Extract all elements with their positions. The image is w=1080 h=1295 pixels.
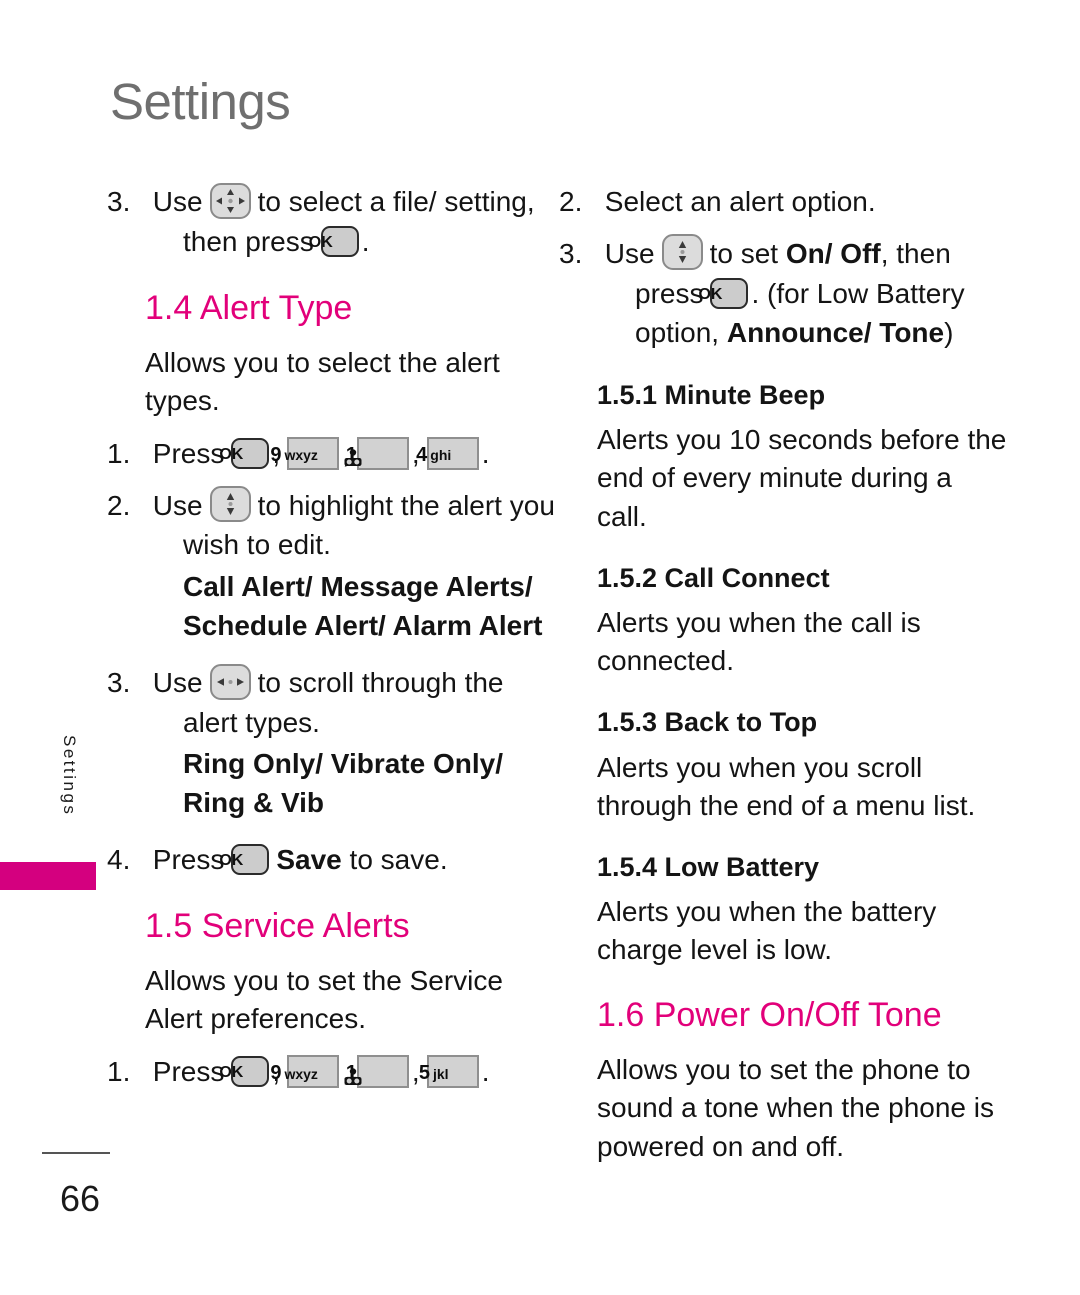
numeric-key-1-icon: 1 bbox=[344, 436, 409, 470]
heading-1-5: 1.5 Service Alerts bbox=[145, 907, 410, 946]
nav-updown-key-icon bbox=[209, 486, 251, 523]
step-1-4-3: 3. Use to scroll through the alert types… bbox=[107, 663, 555, 743]
heading-1-5-1: 1.5.1 Minute Beep bbox=[597, 380, 826, 410]
option-line: Ring Only/ Vibrate Only/ bbox=[183, 748, 503, 780]
step-text: Use bbox=[152, 186, 203, 217]
step-1-5-2: 2. Select an alert option. bbox=[559, 186, 876, 217]
option-line: Ring & Vib bbox=[183, 787, 325, 819]
body-1-6: Allows you to set the phone to sound a t… bbox=[597, 1054, 994, 1162]
voicemail-icon bbox=[344, 1063, 382, 1086]
intro-1-4: Allows you to select the alert types. bbox=[145, 346, 500, 416]
step-text-5: ) bbox=[944, 317, 954, 349]
nav-4way-key-icon bbox=[209, 182, 251, 219]
numeric-key-5-icon: 5 jkl bbox=[419, 1055, 479, 1089]
heading-1-5-3: 1.5.3 Back to Top bbox=[597, 707, 818, 738]
voicemail-icon bbox=[344, 444, 382, 467]
numeric-key-4-icon: 4 ghi bbox=[416, 436, 479, 470]
heading-1-5-4: 1.5.4 Low Battery bbox=[597, 851, 820, 882]
step-1-4-2: 2. Use to highlight the alert you wish t… bbox=[107, 486, 555, 566]
ok-key-icon: OK bbox=[219, 437, 270, 469]
nav-updown-key-icon bbox=[661, 234, 703, 271]
heading-1-6: 1.6 Power On/Off Tone bbox=[597, 996, 942, 1035]
step-1-5-1: 1. PressOK,9wxyz,1 ,5jkl. bbox=[107, 1055, 490, 1089]
step-1-4-4: 4. PressOK Save to save. bbox=[107, 844, 448, 876]
step-text: Use bbox=[604, 237, 655, 269]
step-text: Press bbox=[152, 437, 225, 469]
step-1-5-3: 3. Use to set On/ Off, then pressOK. (fo… bbox=[559, 234, 1007, 353]
ok-key-icon: OK bbox=[309, 225, 359, 257]
numeric-key-9-icon: 9 wxyz bbox=[270, 436, 340, 470]
numeric-key-9-icon: 9 wxyz bbox=[270, 1055, 340, 1089]
step-text: Select an alert option. bbox=[604, 186, 876, 217]
step-trailing: . bbox=[481, 437, 490, 469]
numeric-key-1-icon: 1 bbox=[344, 1055, 409, 1089]
left-column: 3. Use to select a file/ setting, then p… bbox=[107, 182, 555, 1104]
right-column: 2. Select an alert option. 3. Use to set… bbox=[559, 182, 1007, 1180]
ok-key-icon: OK bbox=[219, 844, 270, 876]
step-1-4-1: 1. PressOK,9wxyz,1 ,4ghi. bbox=[107, 436, 490, 470]
body-1-5-1: Alerts you 10 seconds before the end of … bbox=[597, 424, 1007, 532]
step-text-2: to set bbox=[709, 237, 779, 269]
announce-tone-label: Announce/ Tone bbox=[726, 317, 945, 349]
side-tab-label: Settings bbox=[60, 735, 79, 817]
side-tab: Settings bbox=[52, 735, 86, 821]
option-line: Call Alert/ Message Alerts/ bbox=[183, 571, 533, 603]
step-text: Press bbox=[152, 844, 225, 876]
step-text: Use bbox=[152, 489, 203, 521]
step-text: Use bbox=[152, 666, 203, 698]
nav-leftright-key-icon bbox=[209, 663, 251, 700]
step-text-2: to save. bbox=[349, 844, 448, 876]
option-line: Schedule Alert/ Alarm Alert bbox=[183, 609, 543, 641]
page-title: Settings bbox=[110, 73, 291, 130]
step-text-4: . bbox=[361, 225, 370, 257]
step-text-2: to select a file/ bbox=[257, 186, 437, 217]
heading-1-4: 1.4 Alert Type bbox=[145, 288, 353, 327]
page-number: 66 bbox=[60, 1178, 101, 1219]
ok-key-icon: OK bbox=[698, 277, 749, 309]
side-tab-color-swatch bbox=[0, 862, 96, 890]
intro-1-5: Allows you to set the Service Alert pref… bbox=[145, 965, 503, 1035]
save-label: Save bbox=[276, 844, 342, 876]
step-trailing: . bbox=[481, 1056, 490, 1088]
step-carryover-3: 3. Use to select a file/ setting, then p… bbox=[107, 182, 555, 262]
step-text: Press bbox=[152, 1056, 225, 1088]
ok-key-icon: OK bbox=[219, 1056, 270, 1088]
heading-1-5-2: 1.5.2 Call Connect bbox=[597, 562, 830, 593]
footer-divider bbox=[42, 1152, 110, 1154]
body-1-5-2: Alerts you when the call is connected. bbox=[597, 607, 921, 677]
body-1-5-4: Alerts you when the battery charge level… bbox=[597, 896, 937, 966]
onoff-label: On/ Off bbox=[785, 237, 881, 269]
body-1-5-3: Alerts you when you scroll through the e… bbox=[597, 751, 976, 821]
